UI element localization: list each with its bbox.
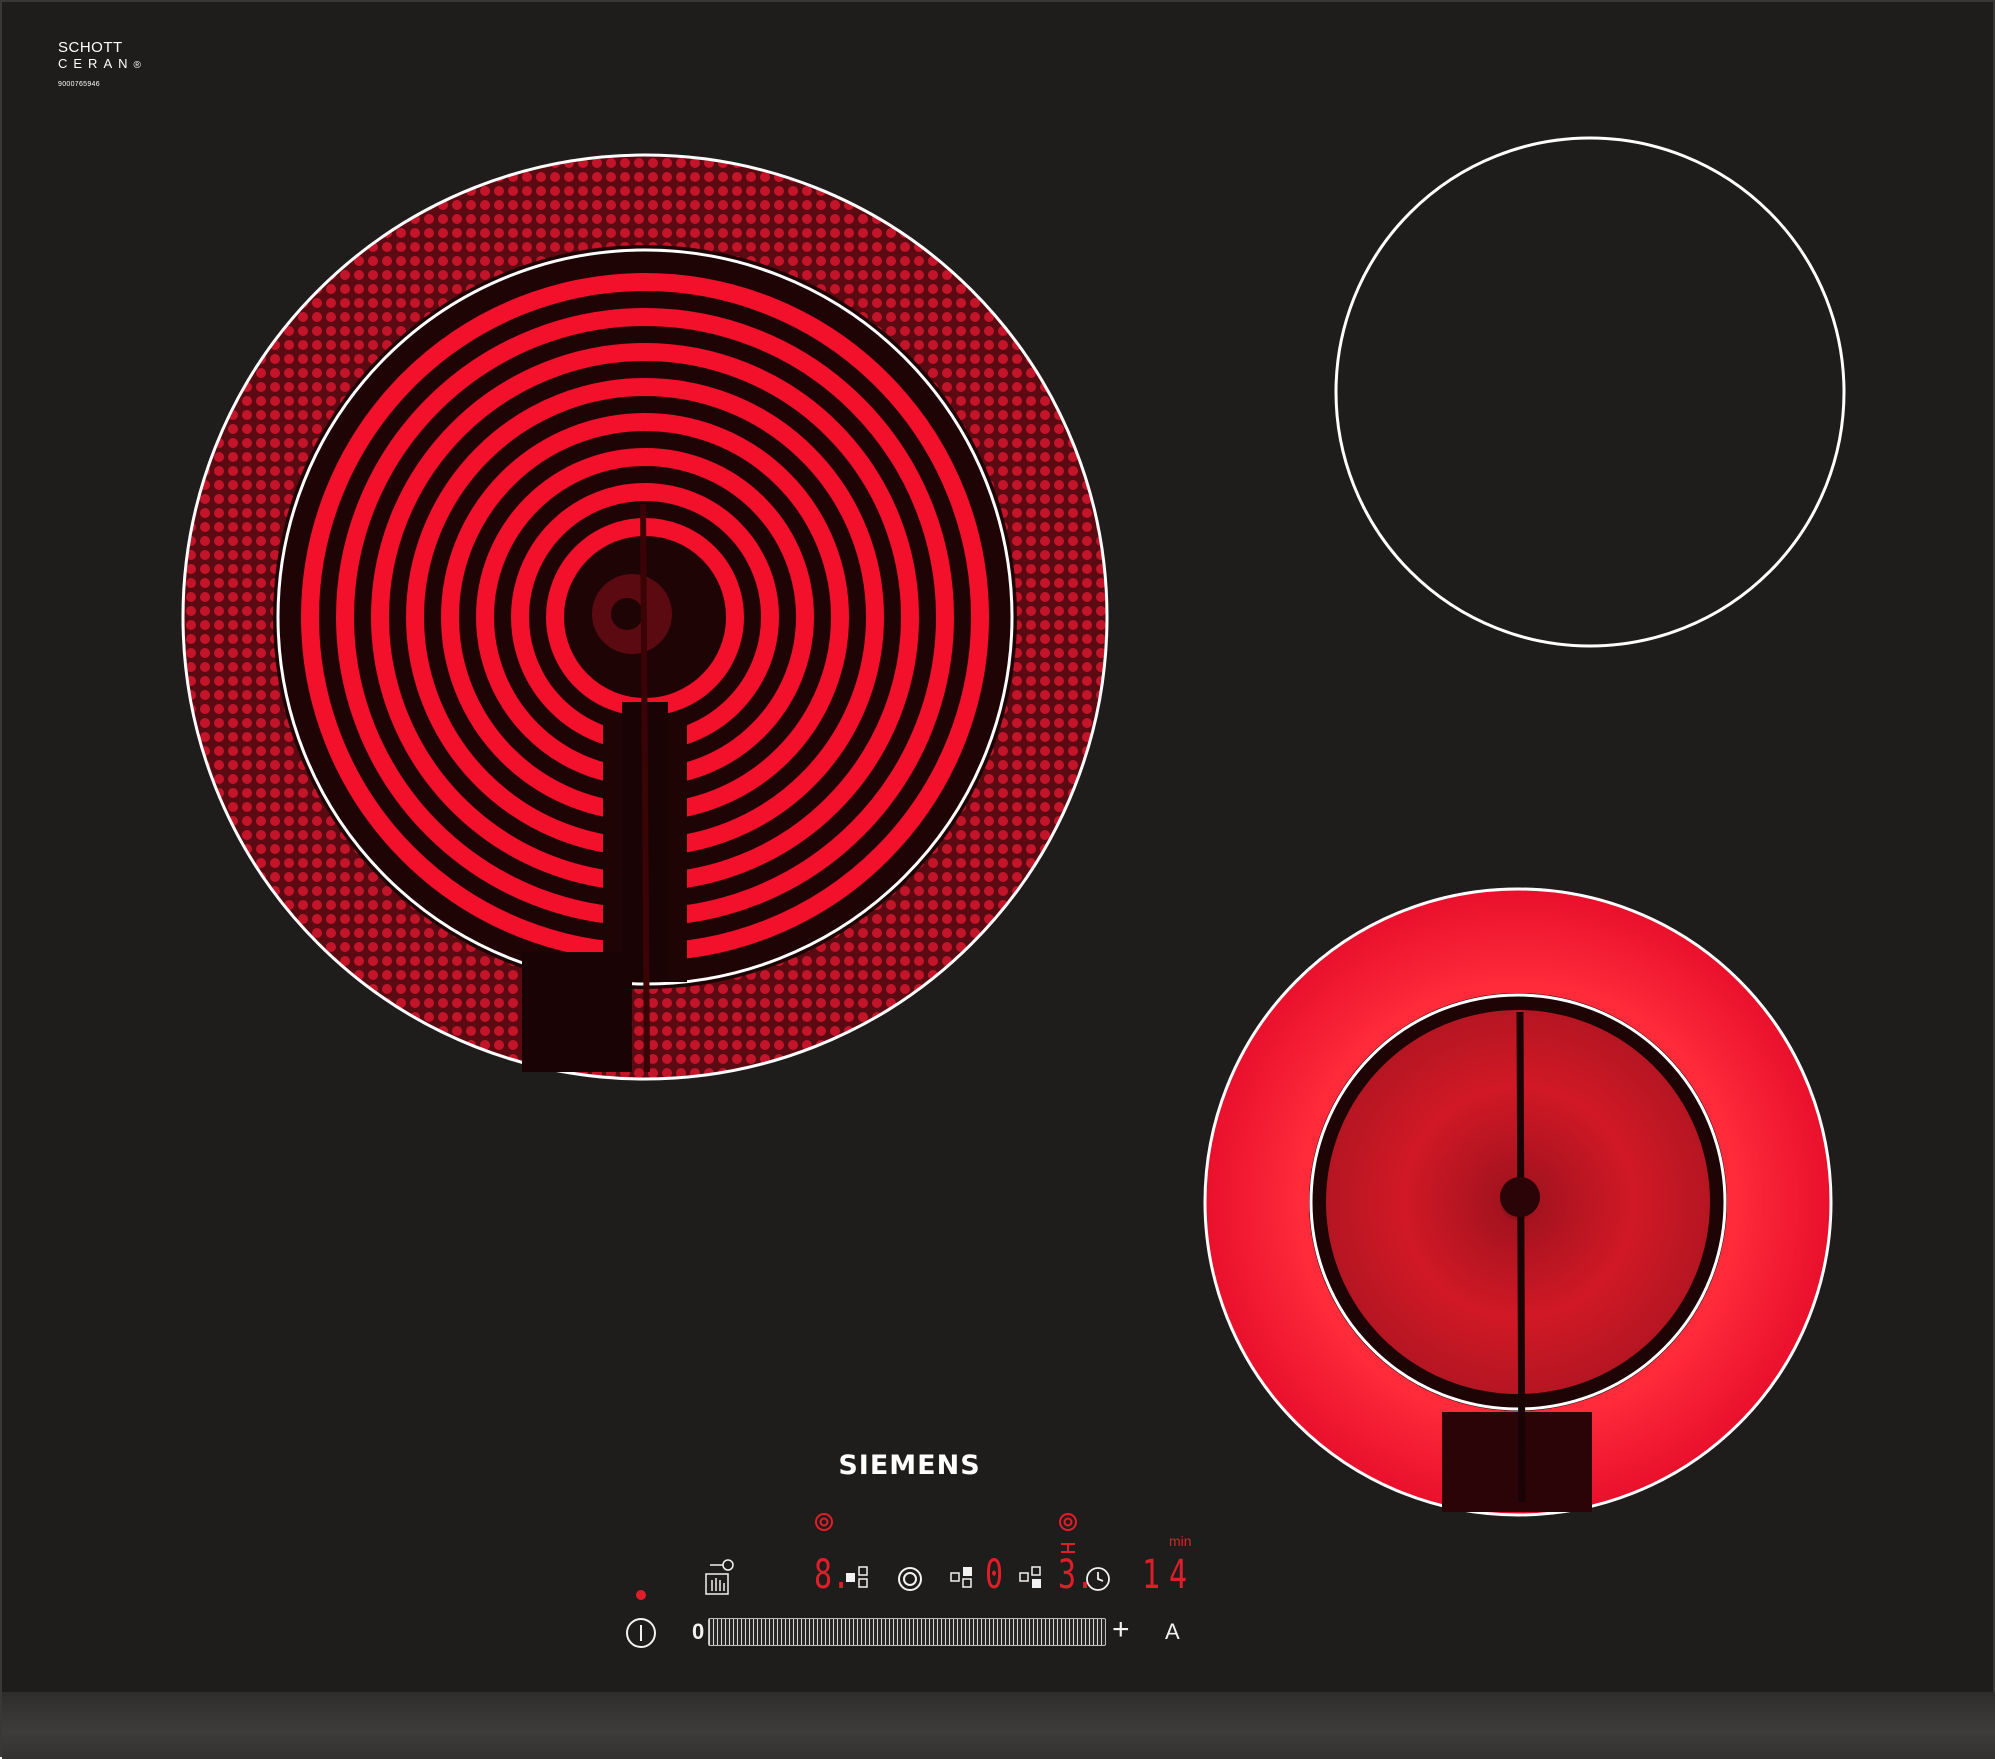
- zone-front-left: [181, 153, 1109, 1081]
- ceramic-hob: SCHOTT CERAN® 9000765946 SIEMENS 8. 0 3.…: [0, 0, 1995, 1759]
- zone-3-select-icon[interactable]: [1018, 1564, 1044, 1590]
- brand-logo: SIEMENS: [838, 1450, 981, 1481]
- power-level-slider[interactable]: [708, 1618, 1106, 1646]
- power-indicator-dot: [636, 1590, 646, 1600]
- dual-ring-icon[interactable]: [897, 1566, 923, 1592]
- front-edge: [2, 1692, 1995, 1759]
- timer-display: 14: [1142, 1552, 1197, 1598]
- zone-1-ring-indicator: [814, 1512, 834, 1532]
- zone-2-select-icon[interactable]: [949, 1564, 975, 1590]
- zone-rear-right-marking: [1334, 136, 1846, 648]
- zone-3-ring-indicator: [1058, 1512, 1078, 1532]
- power-icon[interactable]: [625, 1617, 657, 1649]
- sensor-rod: [1516, 1011, 1526, 1503]
- cooking-zones: [181, 136, 1846, 1517]
- slider-plus-label[interactable]: +: [1112, 1613, 1130, 1647]
- timer-unit: min: [1169, 1533, 1192, 1549]
- zone-1-select-icon[interactable]: [844, 1564, 870, 1590]
- slider-min-label: 0: [692, 1619, 705, 1644]
- child-lock-icon[interactable]: [702, 1558, 736, 1598]
- zone-front-right: [1203, 887, 1833, 1517]
- auto-button[interactable]: A: [1165, 1619, 1180, 1645]
- zone-2-level-display: 0: [985, 1552, 1004, 1598]
- sensor-rod: [640, 503, 650, 1073]
- clock-icon[interactable]: [1085, 1566, 1111, 1592]
